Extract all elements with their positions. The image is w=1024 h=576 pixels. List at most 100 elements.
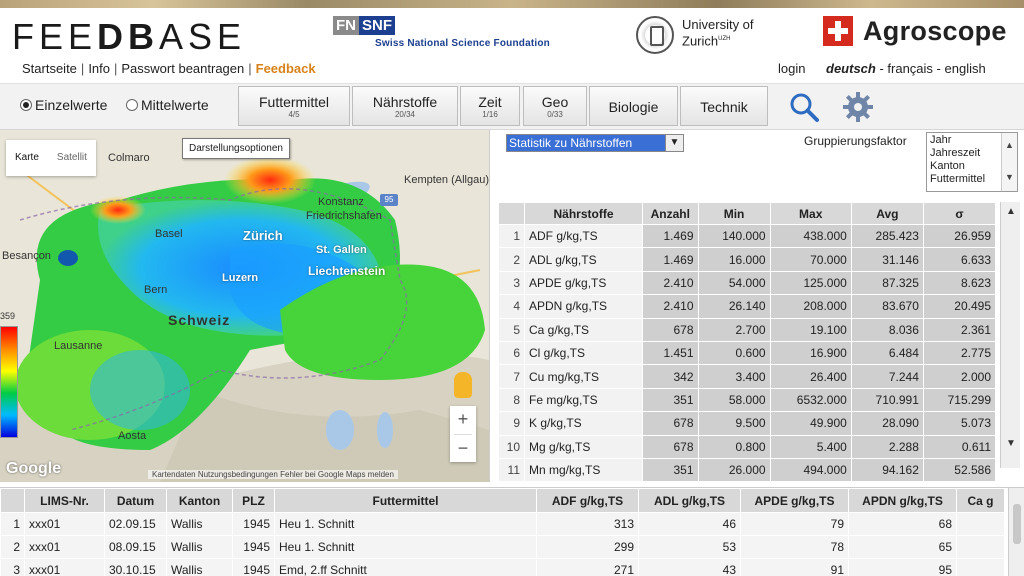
stat-row[interactable]: 5 Ca g/kg,TS 678 2.700 19.100 8.036 2.361 bbox=[498, 317, 997, 342]
stat-cell-value: 8.623 bbox=[922, 270, 997, 296]
chevron-up-icon: ▲ bbox=[1006, 206, 1016, 217]
heatmap-map[interactable]: Karte Satellit Darstellungsoptionen Colm… bbox=[0, 130, 490, 482]
statistics-select[interactable]: Statistik zu Nährstoffen ▼ bbox=[506, 134, 684, 152]
tab-biologie[interactable]: Biologie bbox=[589, 86, 678, 126]
stat-row[interactable]: 9K g/kg,TS 678 9.500 49.900 28.090 5.073 bbox=[498, 411, 997, 436]
gear-icon[interactable] bbox=[842, 91, 874, 123]
uzh-logo[interactable]: University of ZurichUZH bbox=[636, 14, 776, 54]
nav-passwort[interactable]: Passwort beantragen bbox=[121, 61, 244, 76]
zoom-out-button[interactable]: − bbox=[450, 435, 476, 463]
radio-mittelwerte[interactable]: Mittelwerte bbox=[126, 97, 209, 113]
data-table-panel: LIMS-Nr. Datum Kanton PLZ Futtermittel A… bbox=[0, 487, 1024, 576]
stat-col-avg[interactable]: Avg bbox=[850, 202, 924, 225]
scrollbar-thumb[interactable] bbox=[1013, 504, 1021, 544]
grouping-option[interactable]: Futtermittel bbox=[930, 173, 1002, 186]
data-col-ca[interactable]: Ca g bbox=[956, 488, 1005, 513]
table-row[interactable]: 2 xxx01 08.09.15 Wallis 1945 Heu 1. Schnitt 29… bbox=[0, 535, 1005, 559]
grouping-listbox[interactable]: Jahr Jahreszeit Kanton Futtermittel ▲ ▼ bbox=[926, 132, 1018, 192]
lang-english[interactable]: english bbox=[945, 61, 986, 76]
stat-cell-value: 0.611 bbox=[922, 434, 997, 459]
language-switch: deutsch - français - english bbox=[826, 61, 986, 76]
data-table-scrollbar[interactable] bbox=[1008, 488, 1024, 576]
lang-deutsch[interactable]: deutsch bbox=[826, 61, 876, 76]
table-row[interactable]: 3 xxx01 30.10.15 Wallis 1945 Emd, 2.ff Schnit… bbox=[0, 558, 1005, 576]
lang-francais[interactable]: français bbox=[887, 61, 933, 76]
data-col-plz[interactable]: PLZ bbox=[232, 488, 275, 513]
table-cell: 02.09.15 bbox=[104, 512, 167, 536]
tab-futtermittel[interactable]: Futtermittel 4/5 bbox=[238, 86, 350, 126]
stat-cell-value: 6532.000 bbox=[769, 387, 852, 413]
stat-cell-value: 351 bbox=[642, 387, 699, 413]
stat-cell-value: 140.000 bbox=[697, 223, 771, 249]
tab-technik[interactable]: Technik bbox=[680, 86, 768, 126]
snf-logo[interactable]: FN SNF Swiss National Science Foundation bbox=[333, 16, 550, 49]
data-col-futtermittel[interactable]: Futtermittel bbox=[274, 488, 537, 513]
login-link[interactable]: login bbox=[778, 61, 805, 76]
tab-geo[interactable]: Geo 0/33 bbox=[523, 86, 587, 126]
stat-col-anzahl[interactable]: Anzahl bbox=[642, 202, 699, 225]
search-icon[interactable] bbox=[788, 91, 820, 123]
radio-unchecked-icon bbox=[126, 99, 138, 111]
data-col-apde[interactable]: APDE g/kg,TS bbox=[740, 488, 849, 513]
data-col-datum[interactable]: Datum bbox=[104, 488, 167, 513]
stat-cell-value: 1.469 bbox=[642, 223, 699, 249]
stat-row[interactable]: 6 Cl g/kg,TS 1.451 0.600 16.900 6.484 2.775 bbox=[498, 340, 997, 366]
grouping-option[interactable]: Jahreszeit bbox=[930, 147, 1002, 160]
zoom-in-button[interactable]: + bbox=[450, 406, 476, 434]
grouping-option[interactable]: Jahr bbox=[930, 134, 1002, 147]
stat-cell-value: 5.073 bbox=[922, 411, 997, 436]
radio-einzelwerte[interactable]: Einzelwerte bbox=[20, 97, 107, 113]
map-attribution[interactable]: Kartendaten Nutzungsbedingungen Fehler b… bbox=[148, 470, 398, 479]
nav-feedback[interactable]: Feedback bbox=[256, 61, 316, 76]
stat-row[interactable]: 8 Fe mg/kg,TS 351 58.000 6532.000 710.991 715.… bbox=[498, 387, 997, 413]
data-col-lims[interactable]: LIMS-Nr. bbox=[24, 488, 105, 513]
map-label-bern: Bern bbox=[144, 284, 168, 296]
stat-cell-value: 19.100 bbox=[769, 317, 852, 342]
stat-col-naehrstoffe[interactable]: Nährstoffe bbox=[524, 202, 643, 225]
data-col-apdn[interactable]: APDN g/kg,TS bbox=[848, 488, 957, 513]
stat-col-max[interactable]: Max bbox=[769, 202, 852, 225]
nav-startseite[interactable]: Startseite bbox=[22, 61, 77, 76]
data-col-adf[interactable]: ADF g/kg,TS bbox=[536, 488, 639, 513]
heat-legend-bar bbox=[0, 326, 18, 438]
table-cell: xxx01 bbox=[24, 558, 105, 576]
stat-row[interactable]: 3 APDE g/kg,TS 2.410 54.000 125.000 87.325 8.6… bbox=[498, 270, 997, 296]
table-row[interactable]: 1 xxx01 02.09.15 Wallis 1945 Heu 1. Schnitt 31… bbox=[0, 512, 1005, 536]
data-col-kanton[interactable]: Kanton bbox=[166, 488, 233, 513]
map-type-satellit[interactable]: Satellit bbox=[48, 140, 96, 176]
stat-cell-value: 5.400 bbox=[769, 434, 852, 459]
nav-info[interactable]: Info bbox=[88, 61, 110, 76]
stat-row[interactable]: 7 Cu mg/kg,TS 342 3.400 26.400 7.244 2.000 bbox=[498, 364, 997, 389]
table-cell bbox=[956, 558, 1005, 576]
stat-cell-index: 3 bbox=[498, 270, 525, 296]
table-cell: Heu 1. Schnitt bbox=[274, 512, 537, 536]
stat-col-min[interactable]: Min bbox=[697, 202, 771, 225]
table-cell: Wallis bbox=[166, 535, 233, 559]
stat-cell-value: 710.991 bbox=[850, 387, 924, 413]
grouping-scrollbar[interactable]: ▲ ▼ bbox=[1001, 133, 1017, 191]
stat-row[interactable]: 4 APDN g/kg,TS 2.410 26.140 208.000 83.670 20.… bbox=[498, 294, 997, 319]
stat-cell-value: 2.410 bbox=[642, 294, 699, 319]
statistics-scrollbar[interactable]: ▲ ▼ bbox=[1000, 202, 1020, 468]
stat-row[interactable]: 10 Mg g/kg,TS 678 0.800 5.400 2.288 0.611 bbox=[498, 434, 997, 459]
street-view-pegman-icon[interactable] bbox=[454, 372, 472, 398]
table-cell: xxx01 bbox=[24, 512, 105, 536]
table-cell bbox=[956, 535, 1005, 559]
display-options-tooltip: Darstellungsoptionen bbox=[182, 138, 290, 159]
map-type-karte[interactable]: Karte bbox=[6, 140, 48, 176]
stat-cell-value: 87.325 bbox=[850, 270, 924, 296]
feedbase-logo[interactable]: FEEDBASE bbox=[12, 16, 246, 58]
table-cell: 95 bbox=[848, 558, 957, 576]
grouping-option[interactable]: Kanton bbox=[930, 160, 1002, 173]
stat-col-sigma[interactable]: σ bbox=[922, 202, 997, 225]
tab-zeit[interactable]: Zeit 1/16 bbox=[460, 86, 520, 126]
stat-cell-value: 8.036 bbox=[850, 317, 924, 342]
tab-naehrstoffe[interactable]: Nährstoffe 20/34 bbox=[352, 86, 458, 126]
stat-cell-index: 6 bbox=[498, 340, 525, 366]
table-cell: 78 bbox=[740, 535, 849, 559]
stat-row[interactable]: 1 ADF g/kg,TS 1.469 140.000 438.000 285.423 26… bbox=[498, 223, 997, 249]
stat-row[interactable]: 2 ADL g/kg,TS 1.469 16.000 70.000 31.146 6.633 bbox=[498, 247, 997, 272]
stat-cell-value: 28.090 bbox=[850, 411, 924, 436]
stat-row[interactable]: 11 Mn mg/kg,TS 351 26.000 494.000 94.162 52.58… bbox=[498, 457, 997, 483]
data-col-adl[interactable]: ADL g/kg,TS bbox=[638, 488, 741, 513]
